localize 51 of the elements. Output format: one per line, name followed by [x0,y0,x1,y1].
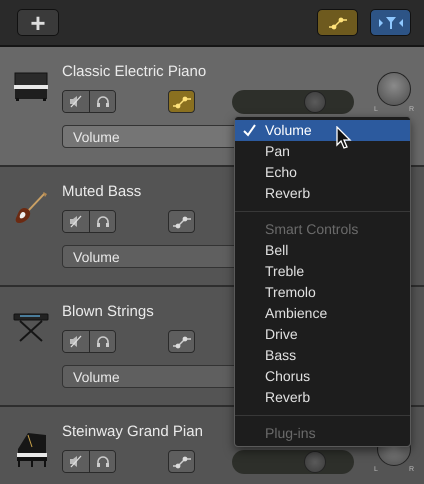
mute-icon [69,215,83,228]
automation-button[interactable] [168,210,195,233]
automation-button[interactable] [168,330,195,353]
menu-item[interactable]: Bass [235,345,410,366]
cursor-icon [336,126,352,150]
solo-button[interactable] [89,91,115,112]
headphones-icon [96,455,110,468]
menu-item[interactable]: Reverb [235,183,410,204]
automation-toggle-button[interactable] [317,9,358,36]
track-name: Muted Bass [62,182,142,202]
automation-button[interactable] [168,90,195,113]
headphones-icon [96,215,110,228]
automation-icon [172,214,192,228]
track-name: Blown Strings [62,302,154,322]
solo-button[interactable] [89,451,115,472]
headphones-icon [96,95,110,108]
track-name: Steinway Grand Pian [62,422,203,442]
mute-button[interactable] [63,331,89,352]
filter-icon [378,16,404,30]
automation-button[interactable] [168,450,195,473]
pan-knob[interactable] [377,72,411,106]
add-track-button[interactable]: + [17,9,59,36]
menu-section-header: Plug-ins [264,424,317,443]
automation-icon [172,94,192,108]
keyboard-stand-icon [12,311,50,343]
menu-item[interactable]: Ambience [235,303,410,324]
mute-button[interactable] [63,211,89,232]
automation-icon [172,334,192,348]
automation-icon [328,16,348,30]
mute-button[interactable] [63,91,89,112]
mute-icon [69,95,83,108]
slider-thumb[interactable] [304,90,326,112]
menu-item[interactable]: Drive [235,324,410,345]
menu-item[interactable]: Reverb [235,387,410,408]
solo-button[interactable] [89,331,115,352]
filter-button[interactable] [370,9,411,36]
guitar-icon [14,191,48,225]
upright-piano-icon [12,71,50,101]
checkmark-icon [243,124,256,137]
automation-icon [172,454,192,468]
slider-thumb[interactable] [304,450,326,472]
mute-icon [69,455,83,468]
menu-item[interactable]: Volume [235,120,410,141]
volume-slider[interactable] [232,450,354,474]
headphones-icon [96,335,110,348]
mute-icon [69,335,83,348]
menu-section-header: Smart Controls [264,220,360,239]
track-name: Classic Electric Piano [62,62,206,82]
mute-button[interactable] [63,451,89,472]
volume-slider[interactable] [232,90,354,114]
solo-button[interactable] [89,211,115,232]
